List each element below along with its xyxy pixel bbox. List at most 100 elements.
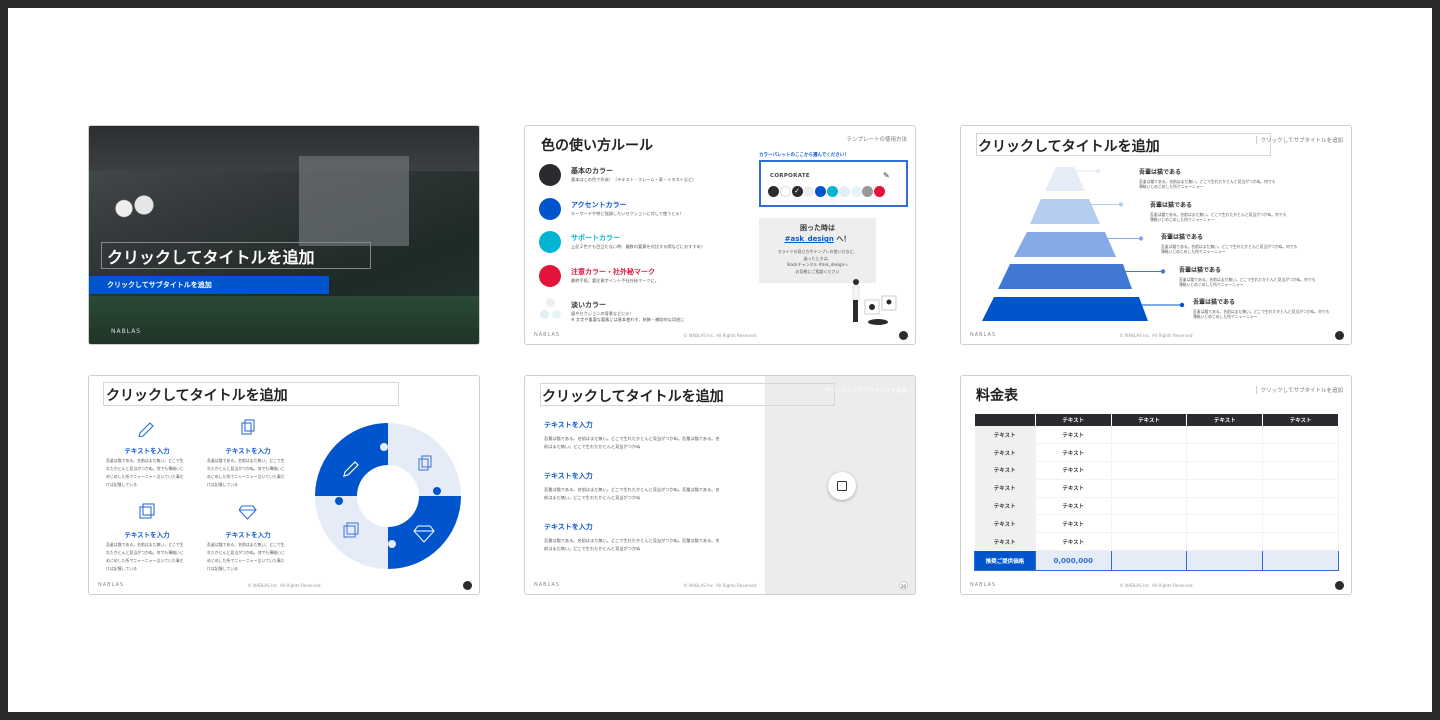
section-text: 吾輩は猫である。名前はまだ無い。どこで生れたかとんと見当がつかぬ。吾輩は猫である… xyxy=(544,538,720,551)
ceiling xyxy=(89,126,479,171)
level-heading: 吾輩は猫である xyxy=(1150,202,1192,209)
table-cell[interactable]: テキスト xyxy=(1035,443,1112,463)
page-number-badge xyxy=(899,331,908,340)
table-cell[interactable]: テキスト xyxy=(974,461,1036,480)
table-cell[interactable] xyxy=(1262,497,1339,516)
slide-thumbnail-3[interactable]: クリックしてタイトルを追加 クリックしてサブタイトルを追加 吾輩は猫である 吾輩は… xyxy=(960,125,1352,345)
slide-thumbnail-4[interactable]: クリックしてタイトルを追加 テキストを入力 吾輩は猫である。名前はまだ無い。どこで… xyxy=(88,375,480,595)
palette-swatch[interactable] xyxy=(850,186,862,197)
table-cell[interactable] xyxy=(1262,426,1339,445)
insert-image-button[interactable] xyxy=(828,472,856,500)
table-cell[interactable] xyxy=(1186,443,1264,463)
level-heading: 吾輩は猫である xyxy=(1193,299,1235,306)
column-header: テキスト xyxy=(1186,414,1264,426)
copyright: © NABLAS Inc. All Rights Reserved xyxy=(683,583,757,588)
palette-swatch[interactable] xyxy=(838,186,850,197)
table-cell[interactable] xyxy=(1262,514,1339,534)
ask-design-link[interactable]: #ask_design xyxy=(785,235,834,243)
pyramid-level xyxy=(982,297,1148,321)
table-cell[interactable]: テキスト xyxy=(974,532,1036,552)
pendant-lamps xyxy=(109,191,159,226)
rule-heading: サポートカラー xyxy=(571,234,620,242)
table-cell[interactable] xyxy=(1186,514,1264,534)
table-cell[interactable]: テキスト xyxy=(1035,461,1112,480)
price-label[interactable]: 推奨ご提供価格 xyxy=(974,550,1036,572)
help-title: 困った時は xyxy=(800,224,835,232)
price-cell[interactable] xyxy=(1186,550,1264,572)
table-cell[interactable]: テキスト xyxy=(974,514,1036,534)
palette-swatch[interactable] xyxy=(827,186,838,197)
table-cell[interactable]: テキスト xyxy=(974,426,1036,445)
table-row: テキスト テキスト xyxy=(974,426,1339,445)
slide-title: クリックしてタイトルを追加 xyxy=(542,389,724,405)
slide-subtitle[interactable]: クリックしてサブタイトルを追加 xyxy=(1255,386,1343,394)
help-line: Slackチャンネル #ask_designへ xyxy=(786,262,849,267)
section-heading: テキストを入力 xyxy=(544,472,593,480)
table-cell[interactable] xyxy=(1111,497,1188,516)
palette-swatch[interactable] xyxy=(779,186,791,197)
table-cell[interactable] xyxy=(1262,479,1339,498)
table-cell[interactable]: テキスト xyxy=(974,497,1036,516)
table-row: テキスト テキスト xyxy=(974,479,1339,498)
level-heading: 吾輩は猫である xyxy=(1179,267,1221,274)
palette-swatch[interactable]: ✓ xyxy=(791,186,803,197)
table-cell[interactable] xyxy=(1186,426,1264,445)
table-cell[interactable] xyxy=(1186,532,1264,552)
check-icon: ✓ xyxy=(794,187,801,195)
table-header-row: テキスト テキスト テキスト テキスト xyxy=(974,414,1339,426)
slide-subtitle[interactable]: クリックしてサブタイトルを追加 xyxy=(825,386,907,394)
table-cell[interactable]: テキスト xyxy=(974,443,1036,463)
pyramid-level xyxy=(1030,199,1100,224)
page-number-badge xyxy=(1335,331,1344,340)
table-cell[interactable]: テキスト xyxy=(1035,514,1112,534)
price-table: テキスト テキスト テキスト テキスト テキスト テキスト テキスト テキスト テキスト テキスト… xyxy=(974,414,1339,572)
table-cell[interactable] xyxy=(1111,479,1188,498)
help-line: スライドの見せ方やテンプレの使い方など、 xyxy=(777,249,858,254)
table-cell[interactable] xyxy=(1262,461,1339,480)
corner-label: テンプレートの使用方法 xyxy=(846,137,907,143)
table-cell[interactable]: テキスト xyxy=(1035,426,1112,445)
price-cell[interactable] xyxy=(1262,550,1339,572)
price-cell[interactable]: 0,000,000 xyxy=(1034,550,1112,572)
table-cell[interactable] xyxy=(1186,461,1264,480)
table-row: テキスト テキスト xyxy=(974,514,1339,534)
table-cell[interactable] xyxy=(1111,443,1188,463)
table-row: テキスト テキスト xyxy=(974,461,1339,480)
slide-thumbnail-1[interactable]: クリックしてタイトルを追加 クリックしてサブタイトルを追加 NABLAS xyxy=(88,125,480,345)
table-cell[interactable] xyxy=(1262,443,1339,463)
connector-dot xyxy=(1160,269,1166,274)
table-cell[interactable]: テキスト xyxy=(1035,479,1112,498)
table-cell[interactable] xyxy=(1186,479,1264,498)
palette-swatch[interactable] xyxy=(768,186,779,197)
copyright: © NABLAS Inc. All Rights Reserved xyxy=(247,583,321,588)
palette-box[interactable] xyxy=(759,160,908,207)
slide-thumbnail-2[interactable]: 色の使い方ルール テンプレートの使用方法 基本のカラー 基本はこの色で作成！（テキ… xyxy=(524,125,916,345)
help-line: お気軽にご相談ください xyxy=(795,268,840,274)
table-cell[interactable]: テキスト xyxy=(974,479,1036,498)
table-row: テキスト テキスト xyxy=(974,443,1339,463)
copyright: © NABLAS Inc. All Rights Reserved xyxy=(683,333,757,338)
edit-pencil-icon[interactable]: ✎ xyxy=(883,171,890,180)
table-cell[interactable] xyxy=(1111,426,1188,445)
price-cell[interactable] xyxy=(1110,550,1188,572)
rule-heading: アクセントカラー xyxy=(571,201,627,209)
level-text: 吾輩は猫である。名前はまだ無い。どこで生れたかとんと見当がつかぬ。何でも薄暗いじ… xyxy=(1179,277,1316,287)
slide-title: 色の使い方ルール xyxy=(541,138,653,154)
connector-dot xyxy=(1095,168,1101,174)
palette-name: CORPORATE xyxy=(770,173,810,179)
table-cell[interactable] xyxy=(1111,514,1188,534)
slide-thumbnail-5[interactable]: クリックしてタイトルを追加 クリックしてサブタイトルを追加 テキストを入力吾輩は… xyxy=(524,375,916,595)
quadrant-top-left xyxy=(315,423,388,496)
copyright: © NABLAS Inc. All Rights Reserved xyxy=(1119,583,1193,588)
table-cell[interactable] xyxy=(1262,532,1339,552)
table-cell[interactable] xyxy=(1186,497,1264,516)
table-cell[interactable]: テキスト xyxy=(1035,532,1112,552)
section-heading: テキストを入力 xyxy=(544,523,593,531)
quadrant-bottom-right xyxy=(388,496,461,569)
copyright: © NABLAS Inc. All Rights Reserved xyxy=(1119,333,1193,338)
table-cell[interactable] xyxy=(1111,461,1188,480)
table-cell[interactable]: テキスト xyxy=(1035,497,1112,516)
table-cell[interactable] xyxy=(1111,532,1188,552)
canvas: クリックしてタイトルを追加 クリックしてサブタイトルを追加 NABLAS 色の使… xyxy=(8,8,1432,712)
slide-thumbnail-6[interactable]: 料金表 クリックしてサブタイトルを追加 テキスト テキスト テキスト テキスト テキスト… xyxy=(960,375,1352,595)
